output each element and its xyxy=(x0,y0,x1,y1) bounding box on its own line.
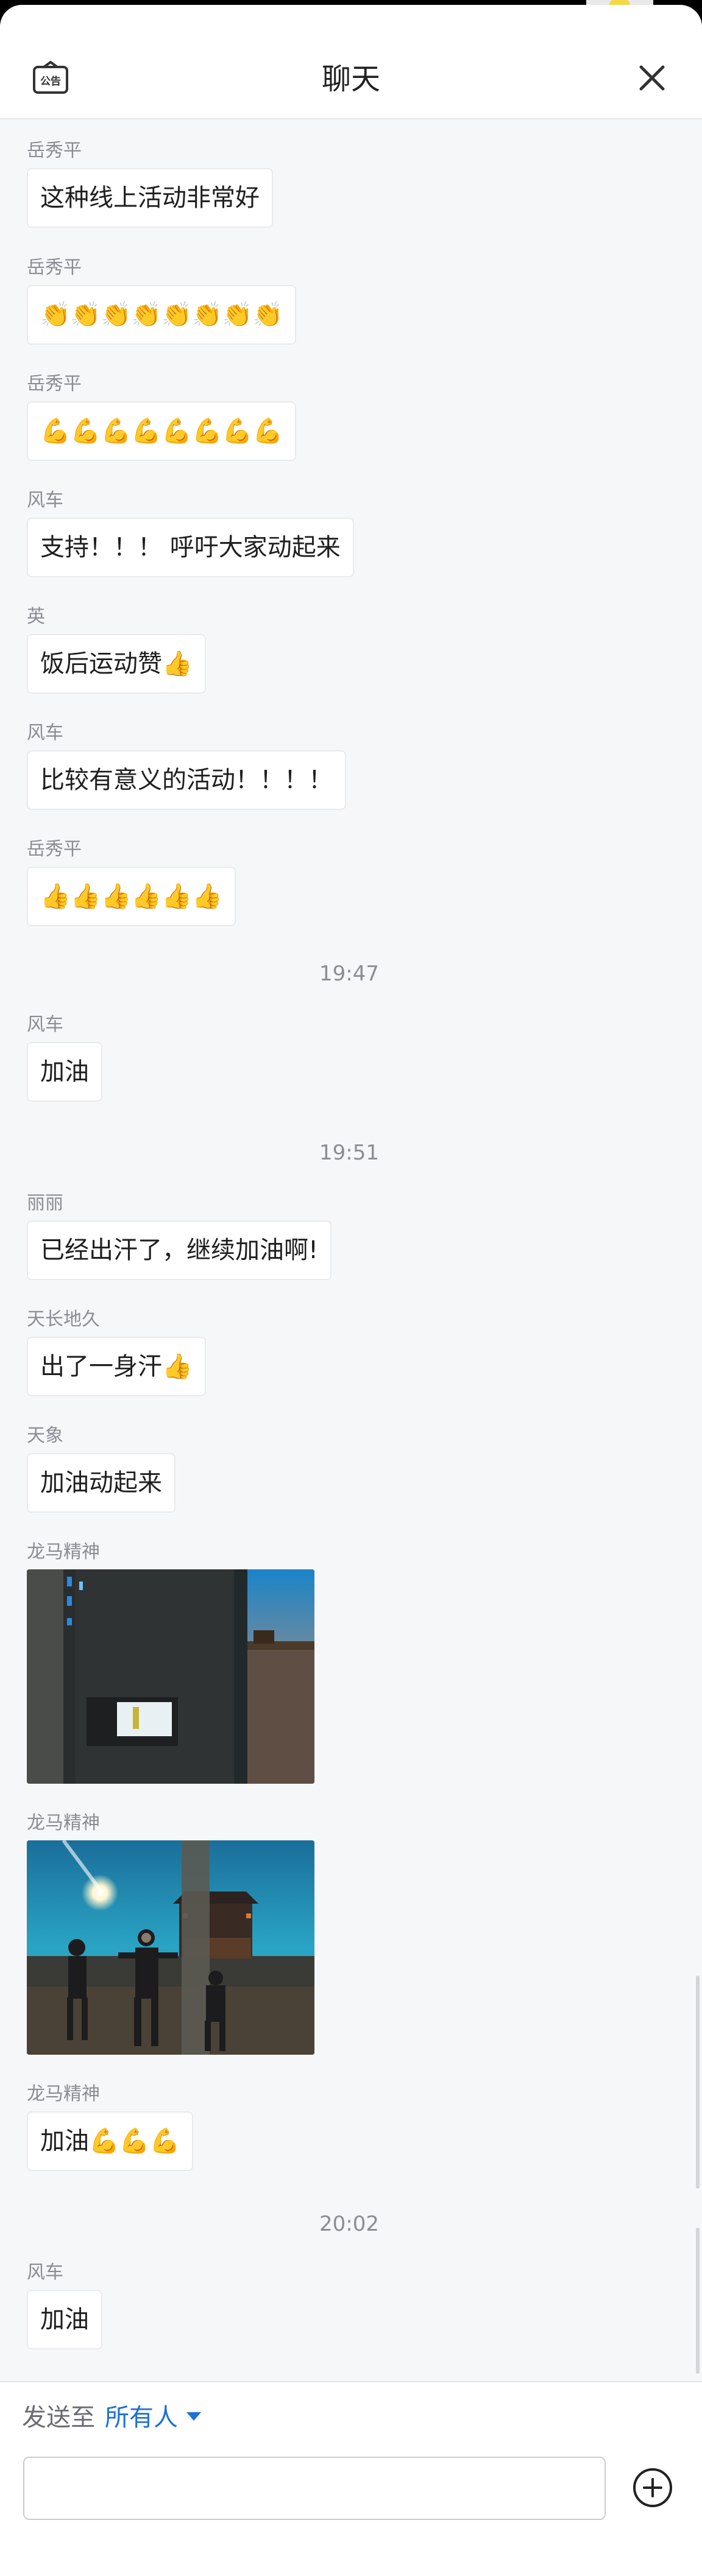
caret-down-icon[interactable] xyxy=(186,2412,201,2421)
sender-name: 天象 xyxy=(27,1425,63,1446)
sender-name: 风车 xyxy=(27,2262,63,2283)
composer: 发送至 所有人 xyxy=(0,2381,702,2576)
message-item: 风车 支持！！！ 呼吁大家动起来 xyxy=(27,488,354,577)
message-photo[interactable] xyxy=(27,1569,314,1784)
message-bubble[interactable]: 支持！！！ 呼吁大家动起来 xyxy=(27,518,354,577)
message-item: 英 饭后运动赞👍 xyxy=(27,605,206,694)
message-bubble[interactable]: 这种线上活动非常好 xyxy=(27,168,273,228)
message-item: 龙马精神 xyxy=(27,1811,314,2055)
chat-header: 公告 聊天 xyxy=(0,5,702,119)
message-bubble[interactable]: 加油 xyxy=(27,2290,102,2349)
add-button[interactable] xyxy=(633,2468,673,2508)
message-bubble[interactable]: 出了一身汗👍 xyxy=(27,1337,206,1396)
sender-name: 龙马精神 xyxy=(27,1812,100,1834)
message-item: 天象 加油动起来 xyxy=(27,1424,176,1513)
sender-name: 风车 xyxy=(27,1014,63,1035)
message-bubble[interactable]: 👍👍👍👍👍👍 xyxy=(27,867,236,926)
message-input[interactable] xyxy=(23,2457,606,2520)
night-exercise-screen-photo xyxy=(27,1569,314,1784)
night-group-exercise-photo xyxy=(27,1840,314,2055)
message-item: 岳秀平 👏👏👏👏👏👏👏👏 xyxy=(27,256,297,345)
sender-name: 英 xyxy=(27,606,45,627)
sender-name: 岳秀平 xyxy=(27,257,82,278)
message-bubble[interactable]: 已经出汗了，继续加油啊! xyxy=(27,1220,332,1280)
chat-sheet: 公告 聊天 岳秀平 这种线上活动非常好 岳秀平 👏👏👏👏👏👏👏👏 岳秀平 💪💪💪… xyxy=(0,5,702,2576)
message-bubble[interactable]: 加油 xyxy=(27,1042,102,1102)
message-bubble[interactable]: 👏👏👏👏👏👏👏👏 xyxy=(27,285,297,345)
message-item: 岳秀平 这种线上活动非常好 xyxy=(27,139,273,228)
message-item: 岳秀平 👍👍👍👍👍👍 xyxy=(27,837,236,926)
timestamp: 19:47 xyxy=(319,962,379,986)
message-item: 丽丽 已经出汗了，继续加油啊! xyxy=(27,1191,332,1280)
sender-name: 岳秀平 xyxy=(27,373,82,395)
message-item: 岳秀平 💪💪💪💪💪💪💪💪 xyxy=(27,372,297,461)
message-item: 天长地久 出了一身汗👍 xyxy=(27,1307,206,1396)
sender-name: 岳秀平 xyxy=(27,839,82,860)
close-button[interactable] xyxy=(636,62,668,94)
message-bubble[interactable]: 💪💪💪💪💪💪💪💪 xyxy=(27,401,297,461)
message-bubble[interactable]: 比较有意义的活动！！！！ xyxy=(27,750,346,810)
close-icon xyxy=(639,65,665,91)
send-to-label: 发送至 xyxy=(22,2404,95,2432)
sender-name: 丽丽 xyxy=(27,1192,63,1214)
message-item: 风车 加油 xyxy=(27,1013,102,1102)
sender-name: 天长地久 xyxy=(27,1309,100,1330)
message-item: 风车 比较有意义的活动！！！！ xyxy=(27,721,346,810)
scrollbar[interactable] xyxy=(696,1976,700,2189)
timestamp: 20:02 xyxy=(319,2212,379,2236)
sender-name: 风车 xyxy=(27,722,63,744)
message-item: 龙马精神 加油💪💪💪 xyxy=(27,2082,194,2171)
message-bubble[interactable]: 加油💪💪💪 xyxy=(27,2111,194,2171)
message-bubble[interactable]: 饭后运动赞👍 xyxy=(27,634,206,694)
page-title: 聊天 xyxy=(321,62,380,96)
message-bubble[interactable]: 加油动起来 xyxy=(27,1453,176,1513)
message-item: 风车 加油 xyxy=(27,2261,102,2349)
recipient-selector[interactable]: 所有人 xyxy=(105,2404,178,2432)
scrollbar-thumb[interactable] xyxy=(696,2228,700,2374)
timestamp: 19:51 xyxy=(319,1141,379,1165)
send-to-row: 发送至 所有人 xyxy=(22,2401,201,2435)
sender-name: 风车 xyxy=(27,490,63,511)
message-photo[interactable] xyxy=(27,1840,314,2055)
sender-name: 龙马精神 xyxy=(27,2083,100,2105)
message-item: 龙马精神 xyxy=(27,1540,314,1784)
sender-name: 龙马精神 xyxy=(27,1541,100,1563)
sender-name: 岳秀平 xyxy=(27,140,82,161)
plus-circle-icon xyxy=(633,2468,672,2507)
